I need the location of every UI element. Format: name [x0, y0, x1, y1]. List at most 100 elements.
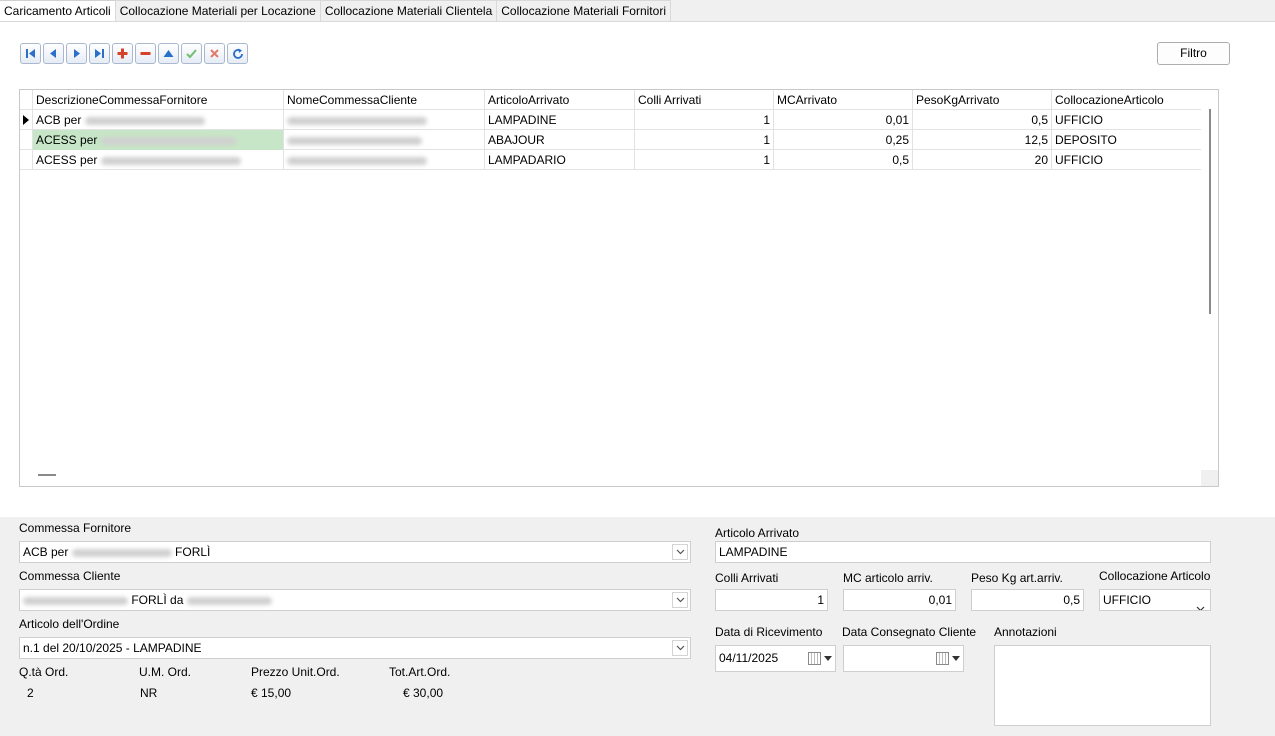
colli-arrivati-field[interactable]: 1: [715, 589, 828, 611]
um-ord-value: NR: [140, 686, 158, 700]
navigator-toolbar: [20, 43, 248, 64]
annotazioni-label: Annotazioni: [994, 625, 1057, 639]
column-header[interactable]: Colli Arrivati: [635, 90, 774, 110]
horizontal-scroll-thumb[interactable]: [38, 474, 56, 476]
table-cell[interactable]: ACB per: [33, 110, 284, 130]
scrollbar-corner: [1201, 470, 1218, 486]
articolo-ordine-combo[interactable]: n.1 del 20/10/2025 - LAMPADINE: [19, 637, 691, 659]
triangle-up-icon: [163, 50, 174, 57]
redacted-text: [287, 136, 422, 145]
insert-record-button[interactable]: [112, 43, 133, 64]
commessa-fornitore-combo[interactable]: ACB per FORLÌ: [19, 541, 691, 563]
filtro-button[interactable]: Filtro: [1157, 42, 1230, 65]
row-indicator: [20, 110, 33, 130]
table-row[interactable]: ACB per LAMPADINE 1 0,01 0,5 UFFICIO: [20, 110, 1201, 130]
next-record-button[interactable]: [66, 43, 87, 64]
table-cell[interactable]: 1: [635, 110, 774, 130]
vertical-scroll-thumb[interactable]: [1209, 109, 1211, 314]
horizontal-scrollbar[interactable]: [20, 470, 1201, 486]
tab-caricamento-articoli[interactable]: Caricamento Articoli: [0, 0, 116, 22]
table-cell[interactable]: ABAJOUR: [485, 130, 635, 150]
first-record-icon: [26, 49, 35, 58]
commessa-cliente-combo[interactable]: FORLÌ da: [19, 589, 691, 611]
column-header[interactable]: NomeCommessaCliente: [284, 90, 485, 110]
delete-record-button[interactable]: [135, 43, 156, 64]
column-header[interactable]: DescrizioneCommessaFornitore: [33, 90, 284, 110]
table-cell[interactable]: UFFICIO: [1052, 150, 1201, 170]
data-ricevimento-picker[interactable]: 04/11/2025: [715, 645, 836, 672]
tab-collocazione-fornitori[interactable]: Collocazione Materiali Fornitori: [496, 0, 671, 21]
prior-record-icon: [50, 49, 56, 58]
table-cell[interactable]: ACESS per: [33, 150, 284, 170]
redacted-text: [287, 116, 427, 125]
table-cell[interactable]: UFFICIO: [1052, 110, 1201, 130]
data-consegnato-label: Data Consegnato Cliente: [842, 625, 977, 639]
check-icon: [186, 49, 197, 59]
table-cell[interactable]: [284, 150, 485, 170]
tab-collocazione-locazione[interactable]: Collocazione Materiali per Locazione: [114, 0, 321, 21]
table-cell[interactable]: LAMPADARIO: [485, 150, 635, 170]
date-picker-button[interactable]: [808, 652, 832, 665]
edit-record-button[interactable]: [158, 43, 179, 64]
cancel-edit-button[interactable]: [204, 43, 225, 64]
table-cell[interactable]: 20: [913, 150, 1052, 170]
collocazione-articolo-combo[interactable]: UFFICIO: [1099, 589, 1211, 611]
current-row-arrow-icon: [23, 115, 29, 125]
column-header[interactable]: ArticoloArrivato: [485, 90, 635, 110]
dropdown-arrow[interactable]: [672, 592, 688, 608]
redacted-text: [287, 156, 427, 165]
triangle-down-icon: [824, 656, 832, 661]
redacted-text: [100, 156, 241, 165]
table-cell[interactable]: 12,5: [913, 130, 1052, 150]
annotazioni-textarea[interactable]: [994, 645, 1211, 726]
date-picker-button[interactable]: [936, 652, 960, 665]
table-row[interactable]: ACESS per LAMPADARIO 1 0,5 20 UFFICIO: [20, 150, 1201, 170]
row-indicator-header: [20, 90, 33, 110]
prior-record-button[interactable]: [43, 43, 64, 64]
column-header[interactable]: MCArrivato: [774, 90, 913, 110]
dropdown-arrow[interactable]: [672, 544, 688, 560]
articolo-ordine-label: Articolo dell'Ordine: [19, 617, 120, 631]
tot-art-label: Tot.Art.Ord.: [389, 665, 451, 679]
redacted-text: [100, 136, 236, 145]
dropdown-arrow[interactable]: [672, 640, 688, 656]
qta-ord-value: 2: [27, 686, 34, 700]
last-record-button[interactable]: [89, 43, 110, 64]
redacted-text: [23, 596, 128, 605]
refresh-button[interactable]: [227, 43, 248, 64]
column-header[interactable]: PesoKgArrivato: [913, 90, 1052, 110]
mc-articolo-field[interactable]: 0,01: [843, 589, 956, 611]
table-cell[interactable]: DEPOSITO: [1052, 130, 1201, 150]
peso-kg-field[interactable]: 0,5: [971, 589, 1084, 611]
last-record-icon: [95, 49, 104, 58]
calendar-icon: [808, 652, 821, 665]
vertical-scrollbar[interactable]: [1201, 90, 1218, 470]
redacted-text: [71, 548, 172, 557]
cross-icon: [210, 49, 219, 58]
mc-articolo-label: MC articolo arriv.: [843, 571, 933, 585]
table-cell[interactable]: [284, 110, 485, 130]
table-row[interactable]: ACESS per ABAJOUR 1 0,25 12,5 DEPOSITO: [20, 130, 1201, 150]
tab-strip: Caricamento Articoli Collocazione Materi…: [0, 0, 671, 22]
articoli-grid[interactable]: DescrizioneCommessaFornitore NomeCommess…: [19, 89, 1219, 487]
table-cell[interactable]: 1: [635, 130, 774, 150]
peso-kg-label: Peso Kg art.arriv.: [971, 571, 1063, 585]
table-cell[interactable]: 0,01: [774, 110, 913, 130]
data-consegnato-picker[interactable]: [843, 645, 964, 672]
articolo-arrivato-field[interactable]: LAMPADINE: [715, 541, 1211, 563]
table-cell[interactable]: [284, 130, 485, 150]
post-record-button[interactable]: [181, 43, 202, 64]
table-cell[interactable]: 0,5: [913, 110, 1052, 130]
table-cell[interactable]: 0,25: [774, 130, 913, 150]
table-cell[interactable]: 1: [635, 150, 774, 170]
first-record-button[interactable]: [20, 43, 41, 64]
tab-collocazione-clientela[interactable]: Collocazione Materiali Clientela: [319, 0, 498, 21]
articolo-arrivato-label: Articolo Arrivato: [715, 526, 800, 540]
column-header[interactable]: CollocazioneArticolo: [1052, 90, 1201, 110]
table-cell[interactable]: LAMPADINE: [485, 110, 635, 130]
commessa-fornitore-label: Commessa Fornitore: [19, 521, 132, 535]
chevron-down-icon[interactable]: [1196, 598, 1205, 610]
colli-arrivati-label: Colli Arrivati: [715, 571, 779, 585]
table-cell[interactable]: 0,5: [774, 150, 913, 170]
table-cell-selected[interactable]: ACESS per: [33, 130, 284, 150]
